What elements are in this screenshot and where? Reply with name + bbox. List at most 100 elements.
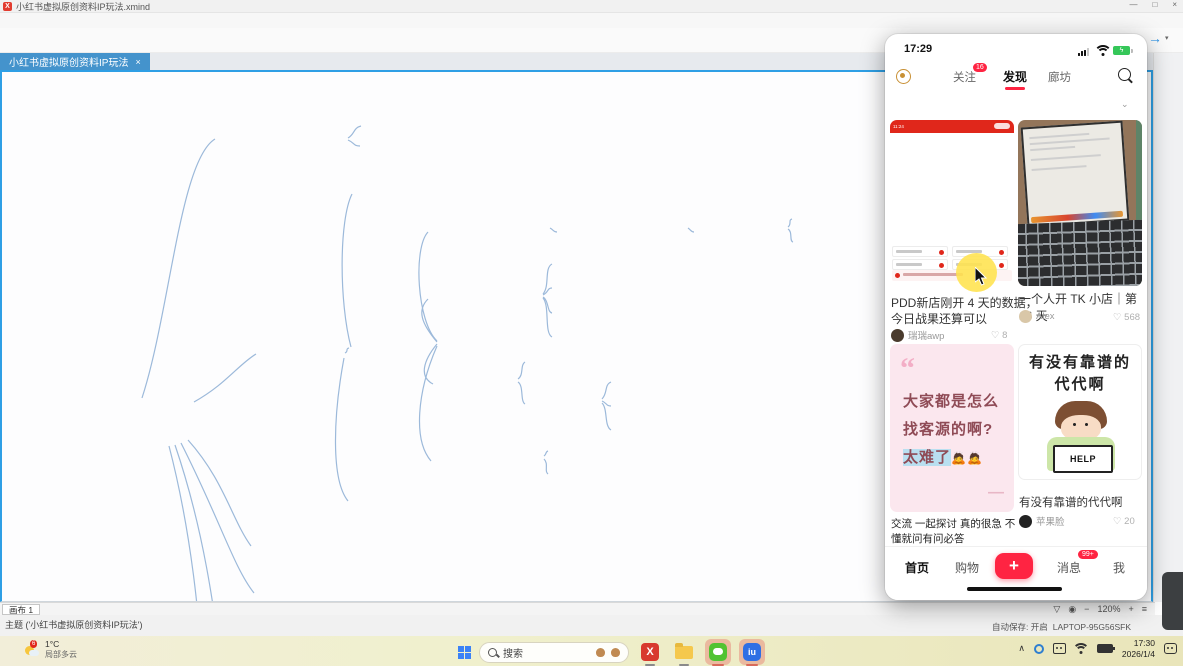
- search-highlight-icon: [596, 648, 605, 657]
- weather-desc: 局部多云: [45, 649, 77, 660]
- status-bar: 主题 ('小红书虚拟原创资料IP玩法') 自动保存: 开启 LAPTOP-95G…: [0, 615, 1183, 636]
- feed-card-3-image[interactable]: “ 大家都是怎么 找客源的啊? 太难了🙇🙇 —: [890, 344, 1014, 512]
- pitch-mode-icon[interactable]: ◉: [1068, 604, 1076, 615]
- zoom-in-button[interactable]: +: [1128, 604, 1133, 614]
- taskbar-iu-app[interactable]: iu: [739, 639, 765, 665]
- image-text: 有没有靠谱的: [1019, 351, 1141, 372]
- tray-robot-icon[interactable]: [1053, 643, 1066, 654]
- card-title[interactable]: 交流 一起探讨 真的很急 不: [891, 516, 1015, 531]
- zoom-controls: ▽ ◉ − 120% + ≡: [1053, 603, 1147, 615]
- create-post-button[interactable]: +: [995, 553, 1033, 579]
- device-name: LAPTOP-95G56SFK: [1053, 622, 1131, 632]
- right-sidebar: [1153, 53, 1183, 602]
- battery-icon[interactable]: [1097, 644, 1113, 653]
- battery-icon: ϟ: [1113, 46, 1130, 55]
- window-controls: — □ ×: [1129, 0, 1177, 9]
- share-arrow-icon: →: [1148, 30, 1162, 46]
- sheet-tab[interactable]: 画布 1: [2, 604, 40, 615]
- tab-messages[interactable]: 消息: [1057, 559, 1081, 576]
- maximize-button[interactable]: □: [1152, 0, 1157, 9]
- avatar: [1019, 310, 1032, 323]
- heart-icon: ♡: [1113, 312, 1122, 323]
- minimize-button[interactable]: —: [1129, 0, 1137, 9]
- filter-icon[interactable]: ▽: [1053, 604, 1060, 615]
- like-count[interactable]: ♡ 568: [1113, 312, 1140, 323]
- titlebar: 小红书虚拟原创资料IP玩法.xmind — □ ×: [0, 0, 1183, 13]
- feed-card-4-image[interactable]: 有没有靠谱的 代代啊 HELP: [1018, 344, 1142, 480]
- follow-badge: 16: [973, 63, 987, 72]
- taskbar-xmind[interactable]: X: [637, 639, 663, 665]
- chevron-down-icon[interactable]: ⌄: [1121, 99, 1129, 110]
- tab-home[interactable]: 首页: [905, 559, 929, 576]
- search-placeholder: 搜索: [503, 645, 590, 660]
- category-bar: [885, 98, 1147, 120]
- card-title[interactable]: 懂就问有问必答: [891, 531, 965, 546]
- weather-badge: 6: [30, 640, 37, 648]
- avatar: [1019, 515, 1032, 528]
- xmind-logo-icon: [3, 2, 12, 11]
- emoji: 🙇🙇: [951, 451, 983, 465]
- feed-card-2-image[interactable]: [1018, 120, 1142, 286]
- home-indicator[interactable]: [967, 587, 1062, 591]
- wifi-icon[interactable]: [1075, 644, 1088, 654]
- card-author[interactable]: 苹果脸: [1019, 514, 1065, 528]
- taskbar-explorer[interactable]: [671, 639, 697, 665]
- card-title[interactable]: PDD新店刚开 4 天的数据，: [891, 294, 1038, 311]
- taskbar: 6 1°C 局部多云 搜索 X: [0, 636, 1183, 666]
- tab-discover[interactable]: 发现: [1003, 68, 1027, 85]
- heart-icon: ♡: [1113, 516, 1122, 527]
- dash: —: [988, 484, 1004, 502]
- like-count[interactable]: ♡ 20: [1113, 516, 1135, 527]
- author-name: Alex: [1036, 311, 1054, 322]
- message-badge: 99+: [1077, 549, 1099, 560]
- help-sign: HELP: [1053, 445, 1113, 473]
- tab-me[interactable]: 我: [1113, 559, 1125, 576]
- clock[interactable]: 17:30 2026/1/4: [1122, 638, 1155, 659]
- close-tab-icon[interactable]: ×: [135, 57, 140, 67]
- collapsed-panel[interactable]: [1162, 572, 1183, 630]
- weather-temp: 1°C: [45, 639, 77, 649]
- close-button[interactable]: ×: [1172, 0, 1177, 9]
- quote-line: 太难了🙇🙇: [903, 446, 983, 467]
- weather-icon: 6: [24, 643, 40, 657]
- tray-chevron-icon[interactable]: ∧: [1018, 643, 1025, 654]
- folder-icon: [675, 646, 693, 659]
- search-highlight-icon: [611, 648, 620, 657]
- notification-icon[interactable]: [1164, 643, 1177, 654]
- phone-mirror-window[interactable]: 17:29 ϟ 关注 16 发现 廊坊 ⌄ 11:24: [885, 34, 1147, 600]
- pdd-list-cell: [892, 246, 948, 257]
- like-count[interactable]: ♡ 8: [991, 330, 1007, 341]
- laptop-keyboard: [1018, 220, 1142, 286]
- laptop-screen: [1021, 121, 1130, 228]
- card-title[interactable]: 今日战果还算可以: [891, 310, 987, 327]
- share-button[interactable]: → ▾: [1148, 30, 1169, 46]
- image-text: 代代啊: [1019, 373, 1141, 394]
- avatar: [891, 329, 904, 342]
- tab-shop[interactable]: 购物: [955, 559, 979, 576]
- start-button[interactable]: [458, 646, 471, 659]
- scrollbar-row[interactable]: 画布 1 ▽ ◉ − 120% + ≡: [0, 602, 1155, 615]
- taskbar-search[interactable]: 搜索: [479, 642, 629, 663]
- quote-icon: “: [900, 352, 915, 386]
- tab-follow[interactable]: 关注: [953, 69, 976, 85]
- signal-icon: [1078, 48, 1089, 56]
- window-title: 小红书虚拟原创资料IP玩法.xmind: [16, 0, 150, 13]
- live-icon[interactable]: [896, 69, 911, 84]
- tray-date: 2026/1/4: [1122, 649, 1155, 660]
- pdd-statusbar: 11:24: [890, 120, 1014, 133]
- card-title[interactable]: 有没有靠谱的代代啊: [1019, 494, 1123, 510]
- desktop: 小红书虚拟原创资料IP玩法.xmind — □ × 小红书虚拟原创资料IP玩法 …: [0, 0, 1183, 666]
- search-icon[interactable]: [1118, 68, 1131, 81]
- card-author[interactable]: Alex: [1019, 310, 1054, 323]
- taskbar-wechat[interactable]: [705, 639, 731, 665]
- card-author[interactable]: 瑞瑞awp: [891, 328, 944, 342]
- zoom-out-button[interactable]: −: [1084, 604, 1089, 614]
- tab-local[interactable]: 廊坊: [1048, 69, 1071, 85]
- zoom-level: 120%: [1097, 604, 1120, 614]
- document-tab[interactable]: 小红书虚拟原创资料IP玩法 ×: [0, 53, 150, 70]
- tray-app-icon[interactable]: [1034, 644, 1044, 654]
- topic-status: 主题 ('小红书虚拟原创资料IP玩法'): [5, 618, 142, 631]
- weather-widget[interactable]: 6 1°C 局部多云: [24, 639, 77, 660]
- search-icon: [488, 648, 497, 657]
- fit-map-icon[interactable]: ≡: [1142, 604, 1147, 614]
